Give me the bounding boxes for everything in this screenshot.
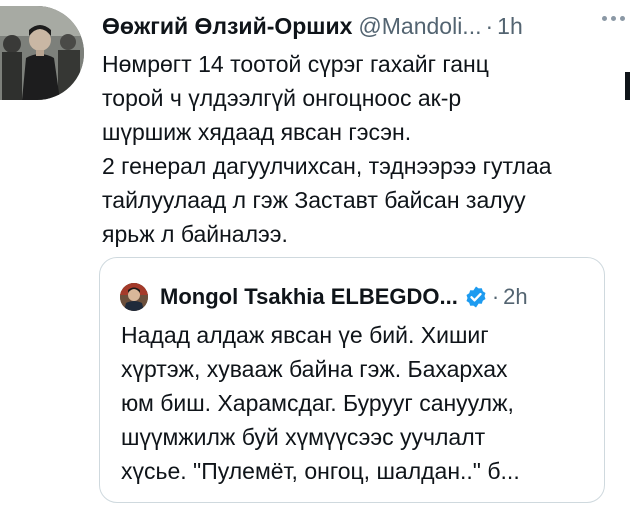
tweet-timestamp[interactable]: 1h	[497, 13, 523, 40]
quoted-text-line: юм биш. Харамсдаг. Бурууг сануулж,	[121, 390, 514, 416]
quoted-avatar-photo-icon	[120, 283, 148, 311]
author-handle[interactable]: @Mandoli...	[358, 13, 481, 40]
quoted-text-line: хүртэж, хувааж байна гэж. Бахархах	[121, 356, 508, 382]
verified-badge-icon	[466, 286, 486, 308]
tweet-header: Өөжгий Өлзий-Орших @Mandoli... · 1h	[102, 10, 630, 42]
header-separator: ·	[485, 12, 494, 39]
quoted-author-name[interactable]: Mongol Tsakhia ELBEGDO...	[160, 284, 458, 310]
quoted-author-avatar[interactable]	[120, 283, 148, 311]
quoted-header-separator: ·	[491, 284, 500, 309]
tweet-text-line: 2 генерал дагуулчихсан, тэднээрээ гутлаа	[102, 153, 552, 179]
tweet-text-line: тайлуулаад л гэж Заставт байсан залуу	[102, 187, 526, 213]
quoted-tweet-timestamp[interactable]: 2h	[503, 284, 527, 310]
tweet-card[interactable]: Өөжгий Өлзий-Орших @Mandoli... · 1h Нөмр…	[0, 0, 630, 521]
quoted-tweet[interactable]: Mongol Tsakhia ELBEGDO... · 2h Надад алд…	[99, 257, 605, 503]
tweet-text-line: Нөмрөгт 14 тоотой сүрэг гахайг ганц	[102, 51, 489, 77]
quoted-text-line: шүүмжилж буй хүмүүсээс уучлалт	[121, 424, 486, 450]
tweet-text-line: шүршиж хядаад явсан гэсэн.	[102, 119, 412, 145]
edge-artifact	[625, 72, 630, 100]
tweet-text: Нөмрөгт 14 тоотой сүрэг гахайг ганц торо…	[102, 47, 622, 251]
quoted-tweet-text: Надад алдаж явсан үе бий. Хишиг хүртэж, …	[121, 318, 601, 488]
more-dots-icon[interactable]	[596, 8, 630, 28]
avatar-photo-icon	[0, 6, 84, 100]
author-name[interactable]: Өөжгий Өлзий-Орших	[102, 13, 352, 40]
tweet-text-line: торой ч үлдээлгүй онгоцноос ак-р	[102, 85, 462, 111]
quoted-tweet-header: Mongol Tsakhia ELBEGDO... · 2h	[120, 282, 594, 312]
quoted-text-line: Надад алдаж явсан үе бий. Хишиг	[121, 322, 489, 348]
author-avatar[interactable]	[0, 6, 84, 100]
quoted-text-line: хүсье. "Пулемёт, онгоц, шалдан.." б...	[121, 458, 520, 484]
tweet-text-line: ярьж л байналээ.	[102, 221, 288, 247]
